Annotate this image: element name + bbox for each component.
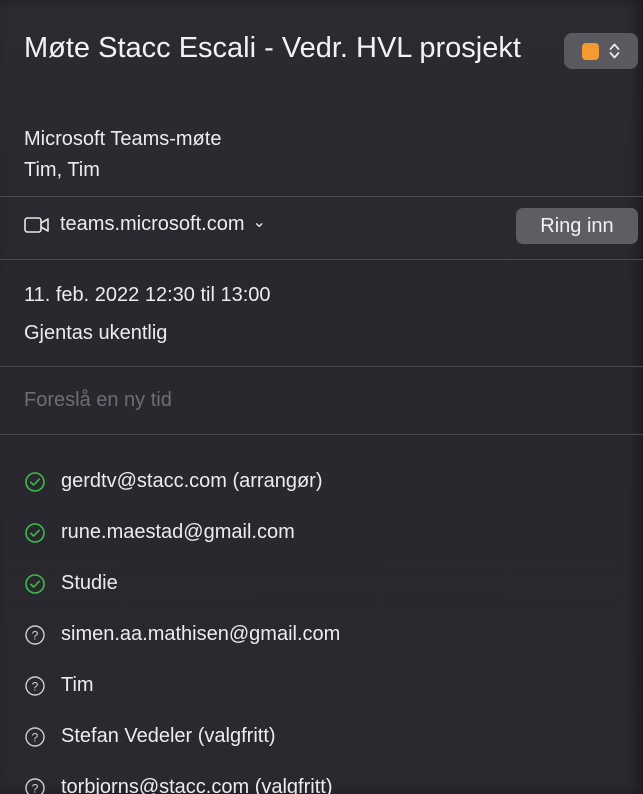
question-circle-icon: ?: [24, 675, 46, 697]
attendee-label: Tim: [61, 674, 94, 696]
propose-new-time-field[interactable]: Foreslå en ny tid: [24, 389, 172, 412]
meeting-link[interactable]: teams.microsoft.com ⌄: [24, 213, 266, 236]
question-circle-icon: ?: [24, 624, 46, 646]
event-title[interactable]: Møte Stacc Escali - Vedr. HVL prosjekt: [24, 30, 524, 66]
attendee-item[interactable]: gerdtv@stacc.com (arrangør): [24, 456, 340, 507]
attendee-label: rune.maestad@gmail.com: [61, 521, 295, 543]
video-camera-icon: [24, 216, 50, 234]
divider: [0, 196, 643, 197]
attendee-list: gerdtv@stacc.com (arrangør) rune.maestad…: [24, 456, 340, 794]
attendee-item[interactable]: ? Tim: [24, 660, 340, 711]
event-date-time[interactable]: 11. feb. 2022 12:30 til 13:00: [24, 284, 271, 307]
svg-text:?: ?: [32, 730, 39, 744]
attendee-item[interactable]: rune.maestad@gmail.com: [24, 507, 340, 558]
event-location[interactable]: Microsoft Teams-møte: [24, 128, 221, 151]
question-circle-icon: ?: [24, 726, 46, 748]
attendee-item[interactable]: ? Stefan Vedeler (valgfritt): [24, 711, 340, 762]
svg-text:?: ?: [32, 781, 39, 794]
attendee-label: Stefan Vedeler (valgfritt): [61, 725, 276, 747]
event-recurrence[interactable]: Gjentas ukentlig: [24, 322, 167, 345]
attendee-label: torbjorns@stacc.com (valgfritt): [61, 776, 333, 794]
meeting-link-label: teams.microsoft.com: [60, 213, 245, 235]
event-detail-popover: Møte Stacc Escali - Vedr. HVL prosjekt M…: [0, 0, 643, 794]
divider: [0, 366, 643, 367]
attendee-label: gerdtv@stacc.com (arrangør): [61, 470, 323, 492]
chevron-down-icon: ⌄: [252, 213, 266, 231]
divider: [0, 259, 643, 260]
accepted-check-icon: [24, 522, 46, 544]
svg-text:?: ?: [32, 679, 39, 693]
attendee-item[interactable]: ? torbjorns@stacc.com (valgfritt): [24, 762, 340, 794]
accepted-check-icon: [24, 573, 46, 595]
calendar-color-picker[interactable]: [564, 33, 638, 69]
attendee-label: Studie: [61, 572, 118, 594]
svg-text:?: ?: [32, 628, 39, 642]
calendar-color-swatch: [582, 42, 599, 60]
divider: [0, 434, 643, 435]
accepted-check-icon: [24, 471, 46, 493]
attendee-item[interactable]: ? simen.aa.mathisen@gmail.com: [24, 609, 340, 660]
event-calendar-owners: Tim, Tim: [24, 159, 100, 181]
attendee-label: simen.aa.mathisen@gmail.com: [61, 623, 341, 645]
chevron-updown-icon: [609, 42, 620, 60]
question-circle-icon: ?: [24, 777, 46, 794]
join-call-button[interactable]: Ring inn: [516, 208, 638, 244]
attendee-item[interactable]: Studie: [24, 558, 340, 609]
